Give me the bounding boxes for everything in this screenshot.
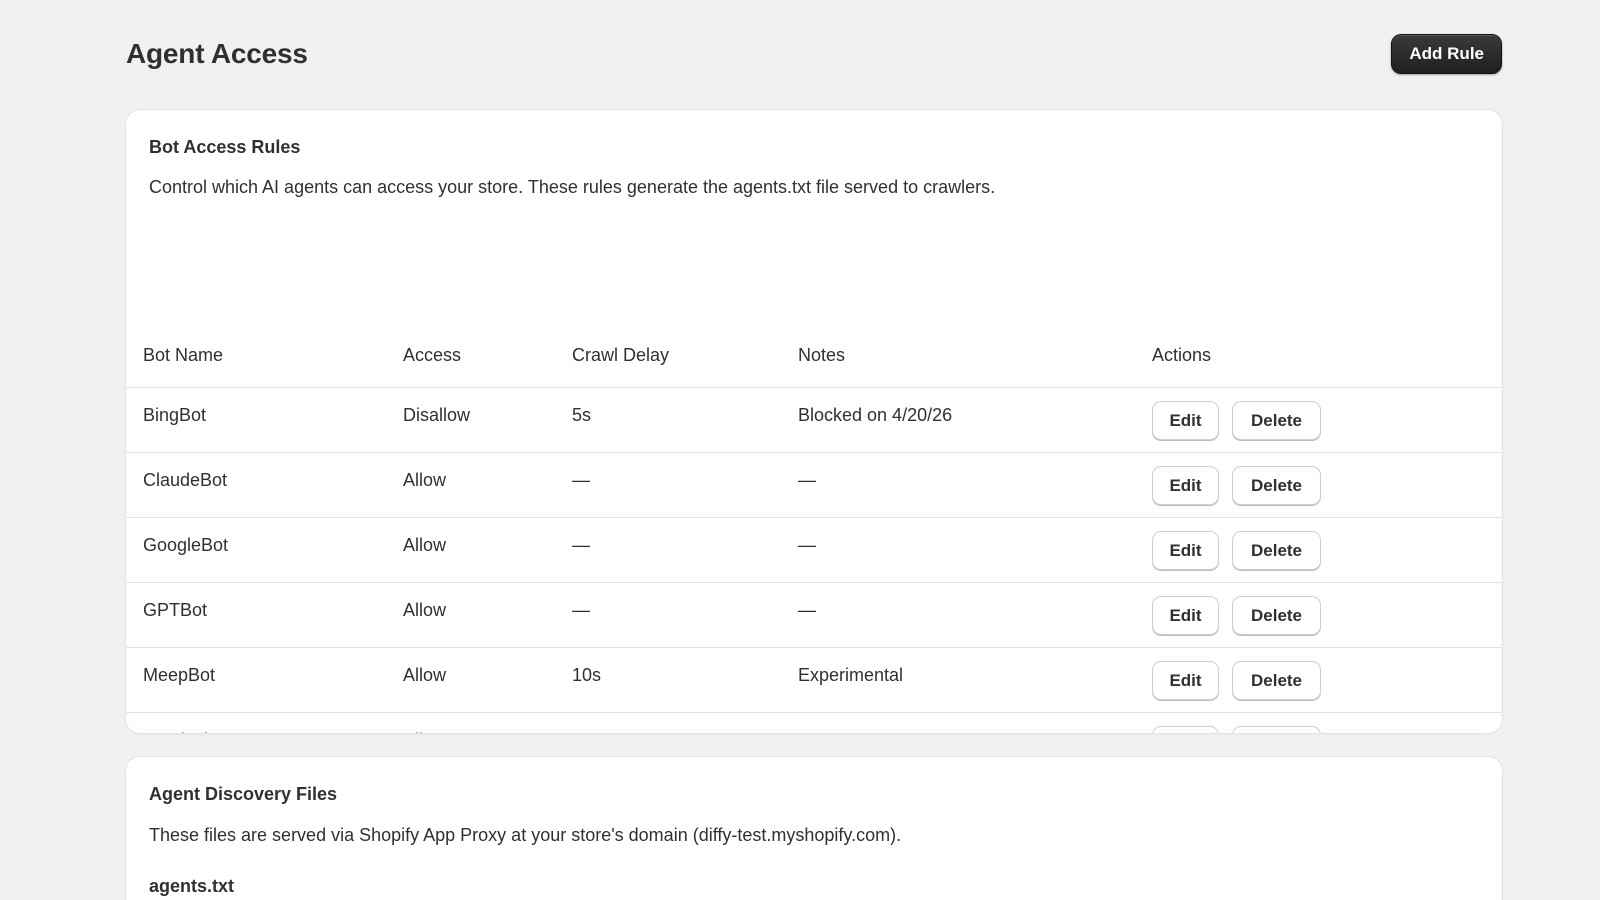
add-rule-button[interactable]: Add Rule — [1391, 34, 1502, 74]
edit-button[interactable]: Edit — [1152, 596, 1219, 635]
page: Agent Access Add Rule Bot Access Rules C… — [0, 0, 1600, 900]
bot-name-cell: GoogleBot — [143, 535, 229, 555]
notes-cell: — — [798, 470, 816, 490]
edit-button[interactable]: Edit — [1152, 466, 1219, 505]
crawl-delay-cell: — — [572, 600, 590, 620]
row-actions: Edit Delete — [1152, 596, 1321, 635]
notes-cell: — — [798, 730, 816, 733]
table-row: PerplexityBot Allow — — Edit Delete — [126, 713, 1502, 733]
row-actions: Edit Delete — [1152, 661, 1321, 700]
bot-name-cell: BingBot — [143, 405, 207, 425]
delete-button[interactable]: Delete — [1232, 661, 1321, 700]
access-cell: Disallow — [403, 405, 471, 425]
delete-button[interactable]: Delete — [1232, 466, 1321, 505]
row-actions: Edit Delete — [1152, 401, 1321, 440]
delete-button[interactable]: Delete — [1232, 596, 1321, 635]
bot-name-cell: MeepBot — [143, 665, 216, 685]
access-cell: Allow — [403, 535, 447, 555]
access-cell: Allow — [403, 600, 447, 620]
notes-cell: — — [798, 535, 816, 555]
edit-button[interactable]: Edit — [1152, 726, 1219, 733]
edit-button[interactable]: Edit — [1152, 401, 1219, 440]
edit-button[interactable]: Edit — [1152, 531, 1219, 570]
table-row: GPTBot Allow — — Edit Delete — [126, 583, 1502, 648]
table-header: Bot Name Access Crawl Delay Notes Action… — [126, 322, 1502, 388]
card-title: Bot Access Rules — [149, 137, 301, 157]
crawl-delay-cell: — — [572, 730, 590, 733]
row-actions: Edit Delete — [1152, 466, 1321, 505]
bot-access-rules-card: Bot Access Rules Control which AI agents… — [126, 110, 1502, 733]
column-header-actions: Actions — [1152, 345, 1212, 365]
card-description: These files are served via Shopify App P… — [149, 825, 902, 845]
notes-cell: — — [798, 600, 816, 620]
table-body: BingBot Disallow 5s Blocked on 4/20/26 Edit D… — [126, 388, 1502, 733]
edit-button[interactable]: Edit — [1152, 661, 1219, 700]
access-cell: Allow — [403, 665, 447, 685]
rules-table: Bot Name Access Crawl Delay Notes Action… — [126, 322, 1502, 733]
table-row: BingBot Disallow 5s Blocked on 4/20/26 Edit D… — [126, 388, 1502, 453]
crawl-delay-cell: — — [572, 535, 590, 555]
crawl-delay-cell: 5s — [572, 405, 592, 425]
bot-name-cell: PerplexityBot — [143, 730, 249, 733]
row-actions: Edit Delete — [1152, 531, 1321, 570]
card-title: Agent Discovery Files — [149, 784, 338, 804]
bot-name-cell: GPTBot — [143, 600, 208, 620]
column-header-access: Access — [403, 345, 462, 365]
notes-cell: Blocked on 4/20/26 — [798, 405, 953, 425]
bot-name-cell: ClaudeBot — [143, 470, 228, 490]
column-header-bot-name: Bot Name — [143, 345, 224, 365]
table-row: GoogleBot Allow — — Edit Delete — [126, 518, 1502, 583]
column-header-notes: Notes — [798, 345, 846, 365]
notes-cell: Experimental — [798, 665, 904, 685]
file-label-agents-txt: agents.txt — [149, 876, 235, 896]
row-actions: Edit Delete — [1152, 726, 1321, 733]
delete-button[interactable]: Delete — [1232, 726, 1321, 733]
column-header-crawl-delay: Crawl Delay — [572, 345, 670, 365]
access-cell: Allow — [403, 730, 446, 733]
delete-button[interactable]: Delete — [1232, 531, 1321, 570]
card-description: Control which AI agents can access your … — [149, 177, 996, 197]
access-cell: Allow — [403, 470, 447, 490]
agent-discovery-files-card: Agent Discovery Files These files are se… — [126, 757, 1502, 900]
table-row: ClaudeBot Allow — — Edit Delete — [126, 453, 1502, 518]
delete-button[interactable]: Delete — [1232, 401, 1321, 440]
crawl-delay-cell: — — [572, 470, 590, 490]
page-title: Agent Access — [126, 38, 308, 69]
page-header: Agent Access Add Rule — [126, 32, 1502, 76]
crawl-delay-cell: 10s — [572, 665, 602, 685]
table-row: MeepBot Allow 10s Experimental Edit Delete — [126, 648, 1502, 713]
